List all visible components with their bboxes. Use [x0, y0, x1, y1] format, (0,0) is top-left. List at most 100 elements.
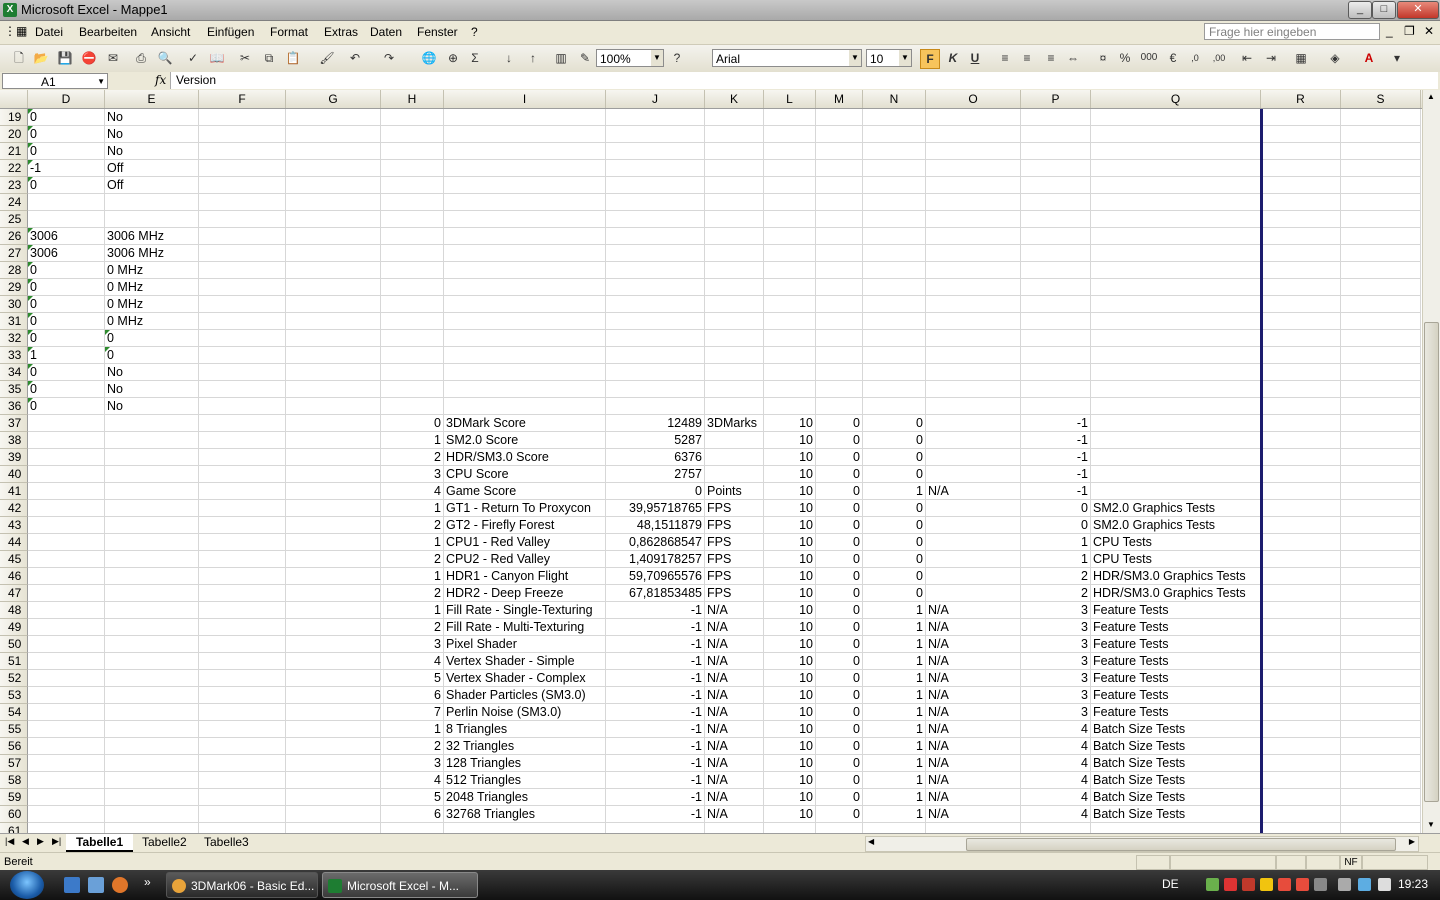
- cell-j[interactable]: -1: [606, 772, 705, 789]
- cell-f[interactable]: [199, 466, 286, 483]
- cell-f[interactable]: [199, 602, 286, 619]
- cell-q[interactable]: [1091, 262, 1261, 279]
- cell-p[interactable]: 1: [1021, 534, 1091, 551]
- increase-decimal-icon[interactable]: ,0: [1186, 49, 1204, 67]
- cell-q[interactable]: Batch Size Tests: [1091, 772, 1261, 789]
- cell-s[interactable]: [1341, 568, 1421, 585]
- cell-r[interactable]: [1261, 398, 1341, 415]
- cell-l[interactable]: 10: [764, 466, 816, 483]
- cell-g[interactable]: [286, 551, 381, 568]
- cell-l[interactable]: 10: [764, 619, 816, 636]
- cell-i[interactable]: [444, 211, 606, 228]
- cell-e[interactable]: [105, 585, 199, 602]
- cell-r[interactable]: [1261, 211, 1341, 228]
- cell-p[interactable]: 3: [1021, 670, 1091, 687]
- cell-h[interactable]: [381, 245, 444, 262]
- cell-p[interactable]: [1021, 364, 1091, 381]
- cell-o[interactable]: N/A: [926, 483, 1021, 500]
- row-header[interactable]: 48: [0, 602, 28, 619]
- cell-e[interactable]: [105, 619, 199, 636]
- cell-f[interactable]: [199, 585, 286, 602]
- cell-g[interactable]: [286, 262, 381, 279]
- cell-g[interactable]: [286, 228, 381, 245]
- cell-e[interactable]: 0 MHz: [105, 262, 199, 279]
- cell-o[interactable]: N/A: [926, 602, 1021, 619]
- font-select[interactable]: Arial ▼: [712, 49, 862, 67]
- cell-e[interactable]: 0 MHz: [105, 313, 199, 330]
- cell-n[interactable]: [863, 194, 926, 211]
- cell-q[interactable]: [1091, 194, 1261, 211]
- cell-h[interactable]: 2: [381, 551, 444, 568]
- cell-g[interactable]: [286, 432, 381, 449]
- cell-g[interactable]: [286, 415, 381, 432]
- cell-h[interactable]: [381, 109, 444, 126]
- cell-i[interactable]: 2048 Triangles: [444, 789, 606, 806]
- cell-g[interactable]: [286, 806, 381, 823]
- cell-l[interactable]: 10: [764, 738, 816, 755]
- cell-f[interactable]: [199, 653, 286, 670]
- cell-d[interactable]: [28, 466, 105, 483]
- cell-d[interactable]: [28, 432, 105, 449]
- cell-p[interactable]: 3: [1021, 653, 1091, 670]
- cell-h[interactable]: 4: [381, 653, 444, 670]
- cell-o[interactable]: [926, 381, 1021, 398]
- row-header[interactable]: 33: [0, 347, 28, 364]
- cell-d[interactable]: [28, 517, 105, 534]
- cell-p[interactable]: [1021, 109, 1091, 126]
- cell-r[interactable]: [1261, 517, 1341, 534]
- cell-q[interactable]: [1091, 398, 1261, 415]
- row-header[interactable]: 45: [0, 551, 28, 568]
- cell-e[interactable]: [105, 670, 199, 687]
- cell-o[interactable]: N/A: [926, 687, 1021, 704]
- cell-s[interactable]: [1341, 330, 1421, 347]
- cell-p[interactable]: 3: [1021, 636, 1091, 653]
- cell-i[interactable]: HDR1 - Canyon Flight: [444, 568, 606, 585]
- cell-p[interactable]: -1: [1021, 449, 1091, 466]
- format-painter-icon[interactable]: 🖌: [318, 49, 336, 67]
- horizontal-scroll-thumb[interactable]: [966, 838, 1396, 851]
- column-header-g[interactable]: G: [286, 90, 381, 108]
- cell-s[interactable]: [1341, 194, 1421, 211]
- cell-d[interactable]: 0: [28, 126, 105, 143]
- cell-j[interactable]: 5287: [606, 432, 705, 449]
- maximize-button[interactable]: □: [1372, 1, 1396, 19]
- cell-k[interactable]: [705, 381, 764, 398]
- cell-l[interactable]: [764, 823, 816, 833]
- cell-k[interactable]: [705, 160, 764, 177]
- cell-k[interactable]: N/A: [705, 687, 764, 704]
- cell-j[interactable]: [606, 109, 705, 126]
- cell-l[interactable]: 10: [764, 806, 816, 823]
- cell-i[interactable]: 8 Triangles: [444, 721, 606, 738]
- cell-r[interactable]: [1261, 432, 1341, 449]
- cell-e[interactable]: [105, 568, 199, 585]
- cell-i[interactable]: Perlin Noise (SM3.0): [444, 704, 606, 721]
- cell-j[interactable]: -1: [606, 704, 705, 721]
- row-header[interactable]: 43: [0, 517, 28, 534]
- row-header[interactable]: 47: [0, 585, 28, 602]
- cell-d[interactable]: [28, 789, 105, 806]
- cell-m[interactable]: [816, 177, 863, 194]
- cell-d[interactable]: 0: [28, 381, 105, 398]
- help-icon[interactable]: ?: [668, 49, 686, 67]
- cell-o[interactable]: [926, 534, 1021, 551]
- cell-g[interactable]: [286, 483, 381, 500]
- cell-l[interactable]: 10: [764, 500, 816, 517]
- cell-m[interactable]: [816, 398, 863, 415]
- cell-e[interactable]: [105, 789, 199, 806]
- cell-g[interactable]: [286, 636, 381, 653]
- cell-f[interactable]: [199, 279, 286, 296]
- cell-e[interactable]: No: [105, 381, 199, 398]
- cell-f[interactable]: [199, 347, 286, 364]
- cell-s[interactable]: [1341, 415, 1421, 432]
- cell-p[interactable]: 4: [1021, 738, 1091, 755]
- cell-o[interactable]: [926, 211, 1021, 228]
- cell-i[interactable]: [444, 177, 606, 194]
- cell-f[interactable]: [199, 449, 286, 466]
- cell-r[interactable]: [1261, 177, 1341, 194]
- cell-s[interactable]: [1341, 381, 1421, 398]
- tray-plane-icon[interactable]: [1260, 878, 1273, 891]
- cell-g[interactable]: [286, 500, 381, 517]
- help-search-input[interactable]: Frage hier eingeben: [1204, 23, 1380, 40]
- cell-s[interactable]: [1341, 772, 1421, 789]
- cell-p[interactable]: 3: [1021, 704, 1091, 721]
